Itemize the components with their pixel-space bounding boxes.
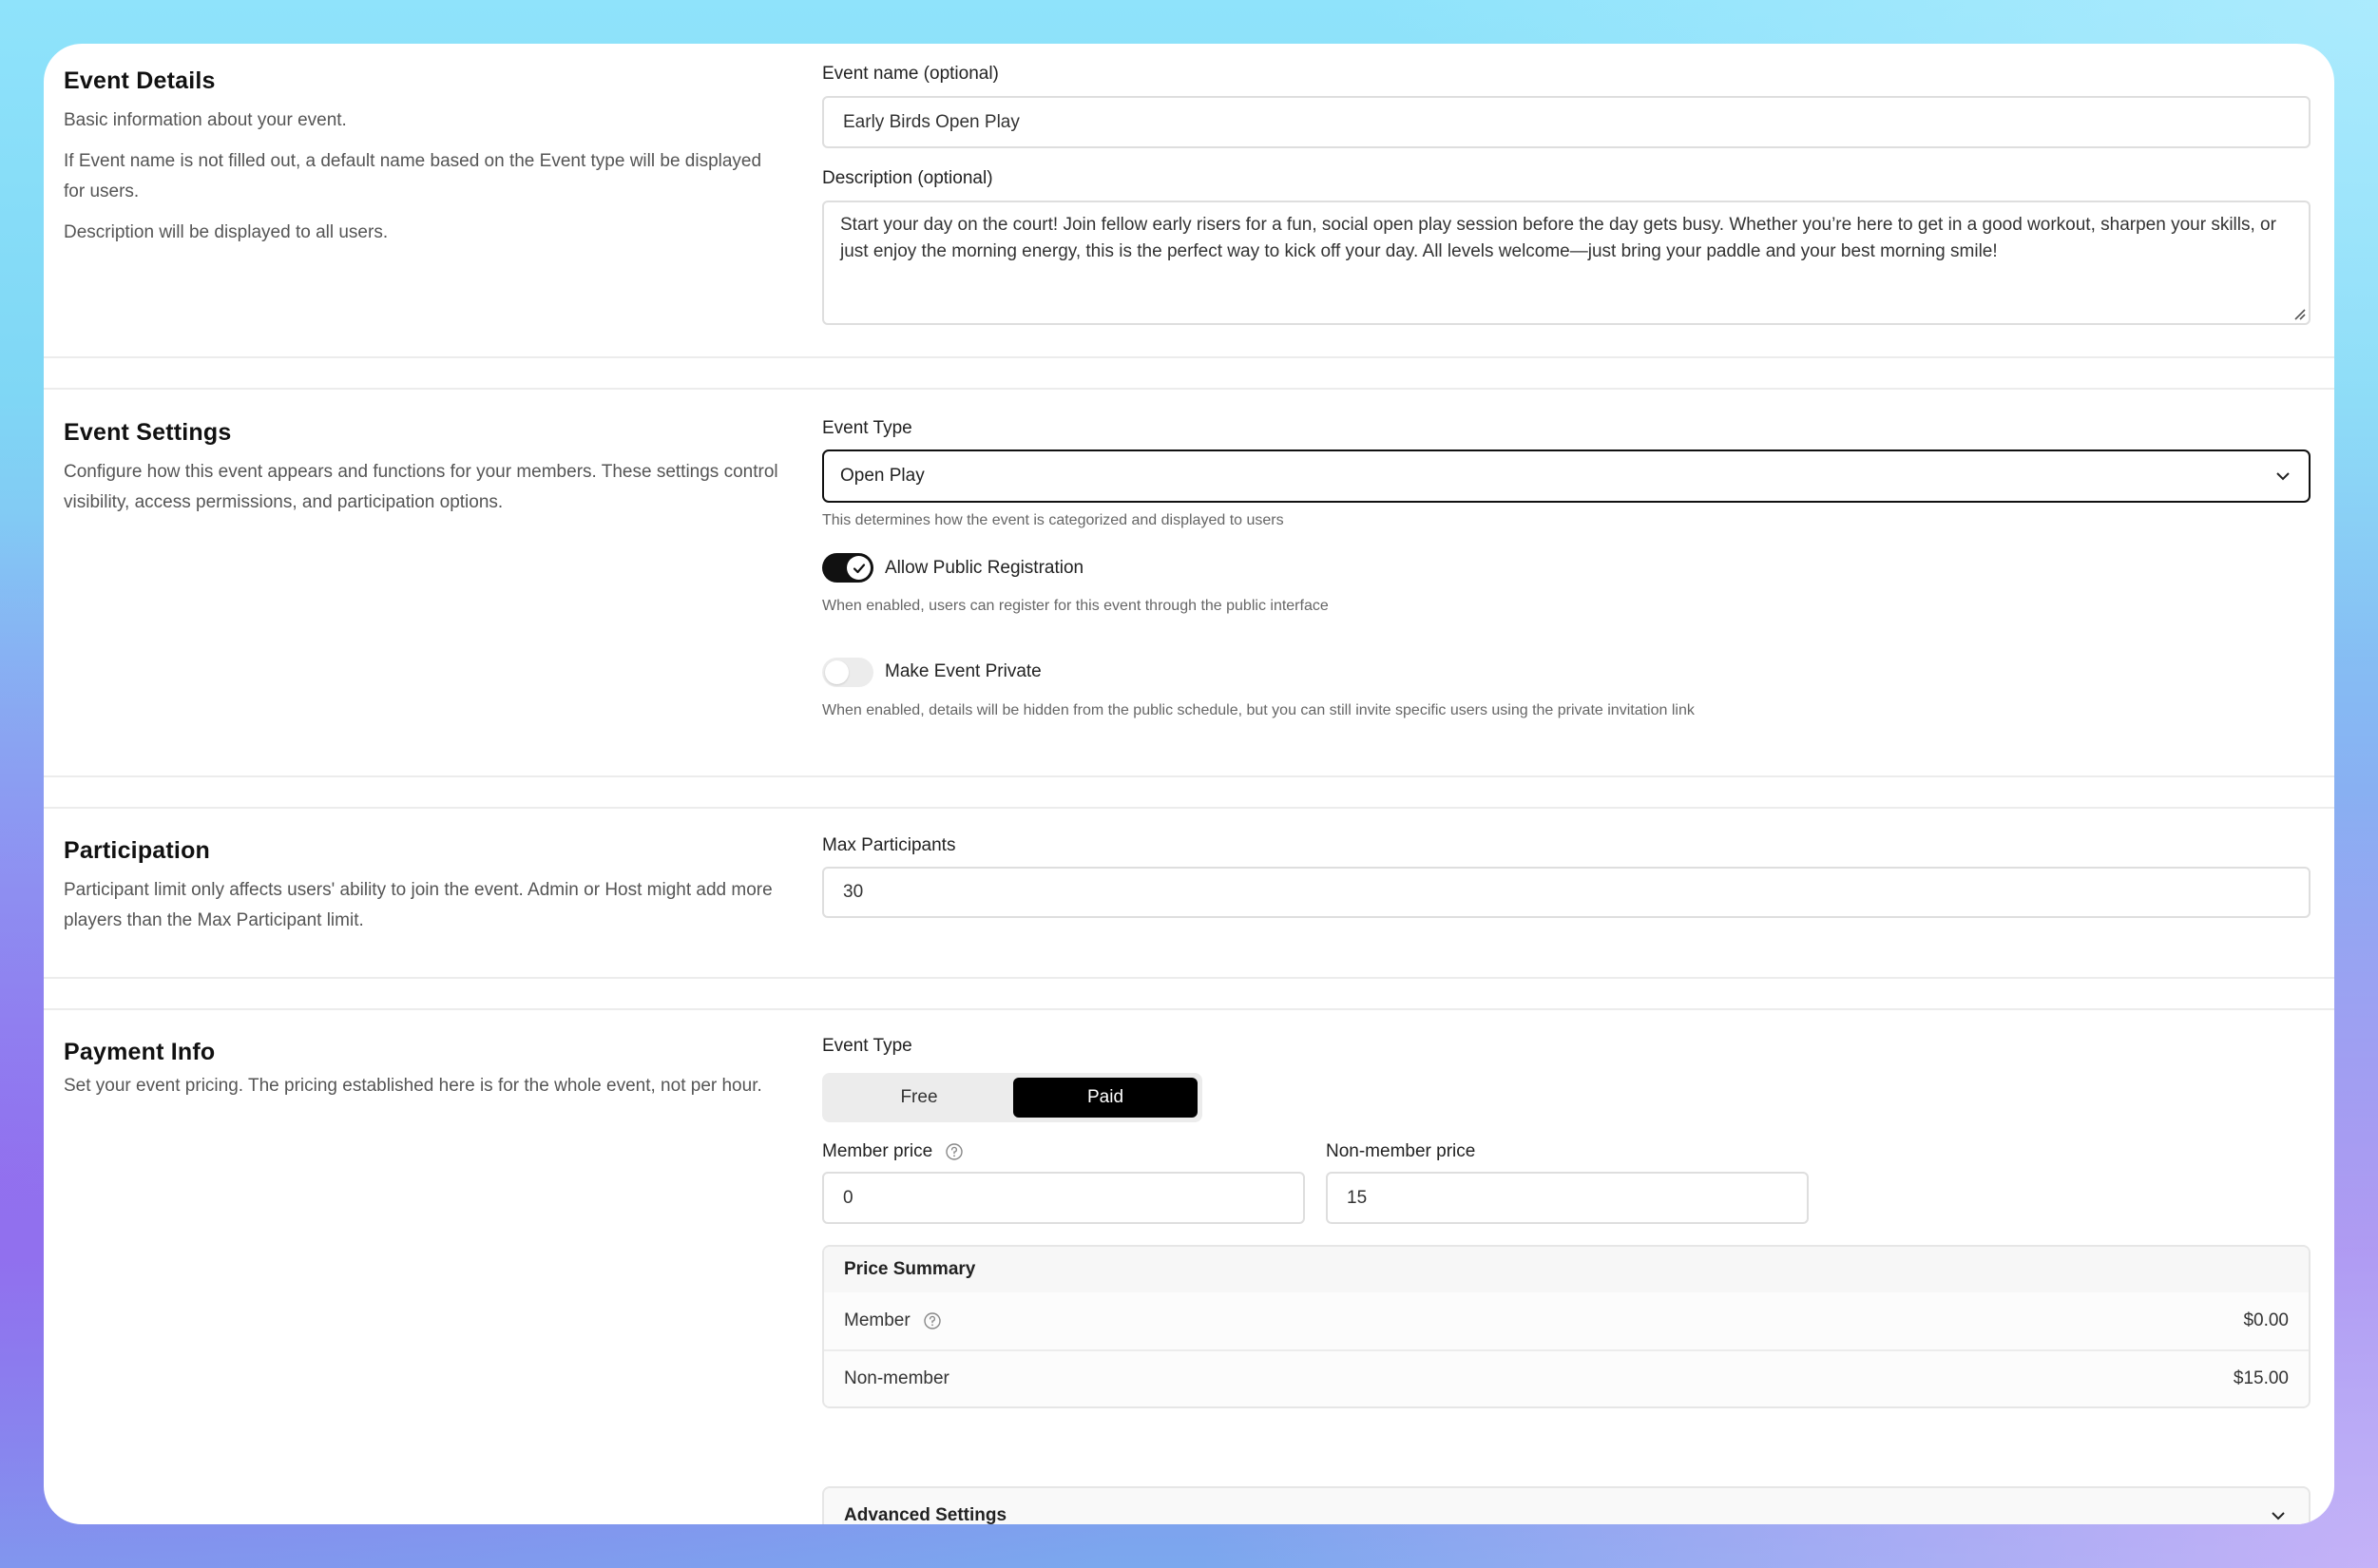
advanced-settings-accordion[interactable]: Advanced Settings bbox=[822, 1486, 2311, 1524]
chevron-down-icon bbox=[2272, 1511, 2285, 1520]
event-type-select[interactable]: Open Play bbox=[822, 449, 2311, 503]
toggle-knob bbox=[847, 556, 871, 580]
divider bbox=[44, 775, 2334, 777]
description-value: Start your day on the court! Join fellow… bbox=[840, 215, 2276, 261]
private-event-toggle[interactable] bbox=[822, 658, 873, 687]
section-description: Participant limit only affects users' ab… bbox=[64, 880, 773, 930]
payment-paid-option[interactable]: Paid bbox=[1013, 1078, 1198, 1118]
public-registration-hint: When enabled, users can register for thi… bbox=[822, 598, 1329, 614]
section-description: Basic information about your event. bbox=[64, 110, 347, 130]
summary-member-value: $0.00 bbox=[2243, 1310, 2289, 1330]
payment-type-label: Event Type bbox=[822, 1036, 912, 1056]
event-name-value: Early Birds Open Play bbox=[843, 111, 1020, 132]
summary-row-nonmember: Non-member $15.00 bbox=[824, 1349, 2309, 1406]
member-price-label-text: Member price bbox=[822, 1141, 933, 1161]
event-name-input[interactable]: Early Birds Open Play bbox=[822, 96, 2311, 148]
nonmember-price-input[interactable]: 15 bbox=[1326, 1172, 1809, 1224]
summary-member-label-text: Member bbox=[844, 1310, 911, 1330]
toggle-knob bbox=[825, 660, 849, 684]
payment-type-segmented: Free Paid bbox=[822, 1073, 1202, 1122]
summary-nonmember-label: Non-member bbox=[844, 1368, 949, 1388]
advanced-settings-label: Advanced Settings bbox=[844, 1504, 1007, 1525]
section-event-details: Event Details Basic information about yo… bbox=[44, 44, 2334, 357]
max-participants-input[interactable]: 30 bbox=[822, 867, 2311, 918]
event-type-value: Open Play bbox=[840, 466, 925, 486]
member-price-input[interactable]: 0 bbox=[822, 1172, 1305, 1224]
help-circle-icon[interactable] bbox=[945, 1142, 964, 1161]
private-event-label: Make Event Private bbox=[885, 661, 1042, 681]
payment-free-option[interactable]: Free bbox=[827, 1078, 1011, 1118]
event-type-label: Event Type bbox=[822, 418, 912, 438]
check-icon bbox=[853, 563, 865, 573]
section-description: Set your event pricing. The pricing esta… bbox=[64, 1076, 762, 1096]
section-participation: Participation Participant limit only aff… bbox=[44, 809, 2334, 980]
section-description: If Event name is not filled out, a defau… bbox=[64, 151, 762, 201]
event-form-card: Event Details Basic information about yo… bbox=[44, 44, 2334, 1524]
section-title: Participation bbox=[64, 837, 211, 864]
resize-handle-icon[interactable] bbox=[2292, 307, 2306, 320]
summary-row-member: Member $0.00 bbox=[824, 1292, 2309, 1349]
price-summary-panel: Price Summary Member $0.00 Non-member $1… bbox=[822, 1245, 2311, 1408]
section-description: Description will be displayed to all use… bbox=[64, 222, 389, 242]
private-event-hint: When enabled, details will be hidden fro… bbox=[822, 702, 1695, 718]
nonmember-price-value: 15 bbox=[1347, 1187, 1368, 1208]
price-summary-title: Price Summary bbox=[824, 1247, 2309, 1292]
public-registration-label: Allow Public Registration bbox=[885, 558, 1084, 578]
event-type-hint: This determines how the event is categor… bbox=[822, 512, 1284, 528]
help-circle-icon[interactable] bbox=[923, 1311, 942, 1330]
section-title: Event Settings bbox=[64, 419, 232, 446]
section-event-settings: Event Settings Configure how this event … bbox=[44, 390, 2334, 774]
divider bbox=[44, 977, 2334, 979]
public-registration-toggle[interactable] bbox=[822, 553, 873, 583]
description-textarea[interactable]: Start your day on the court! Join fellow… bbox=[822, 201, 2311, 325]
section-description: Configure how this event appears and fun… bbox=[64, 462, 778, 512]
nonmember-price-label: Non-member price bbox=[1326, 1141, 1476, 1161]
summary-member-label: Member bbox=[844, 1310, 942, 1331]
divider bbox=[44, 356, 2334, 358]
section-payment-info: Payment Info Set your event pricing. The… bbox=[44, 1010, 2334, 1524]
summary-nonmember-value: $15.00 bbox=[2233, 1368, 2289, 1388]
chevron-down-icon bbox=[2276, 472, 2290, 481]
max-participants-value: 30 bbox=[843, 882, 864, 902]
description-label: Description (optional) bbox=[822, 168, 993, 188]
section-title: Payment Info bbox=[64, 1039, 216, 1065]
event-name-label: Event name (optional) bbox=[822, 64, 999, 84]
max-participants-label: Max Participants bbox=[822, 835, 956, 855]
member-price-value: 0 bbox=[843, 1187, 853, 1208]
member-price-label: Member price bbox=[822, 1141, 964, 1162]
section-title: Event Details bbox=[64, 67, 216, 94]
